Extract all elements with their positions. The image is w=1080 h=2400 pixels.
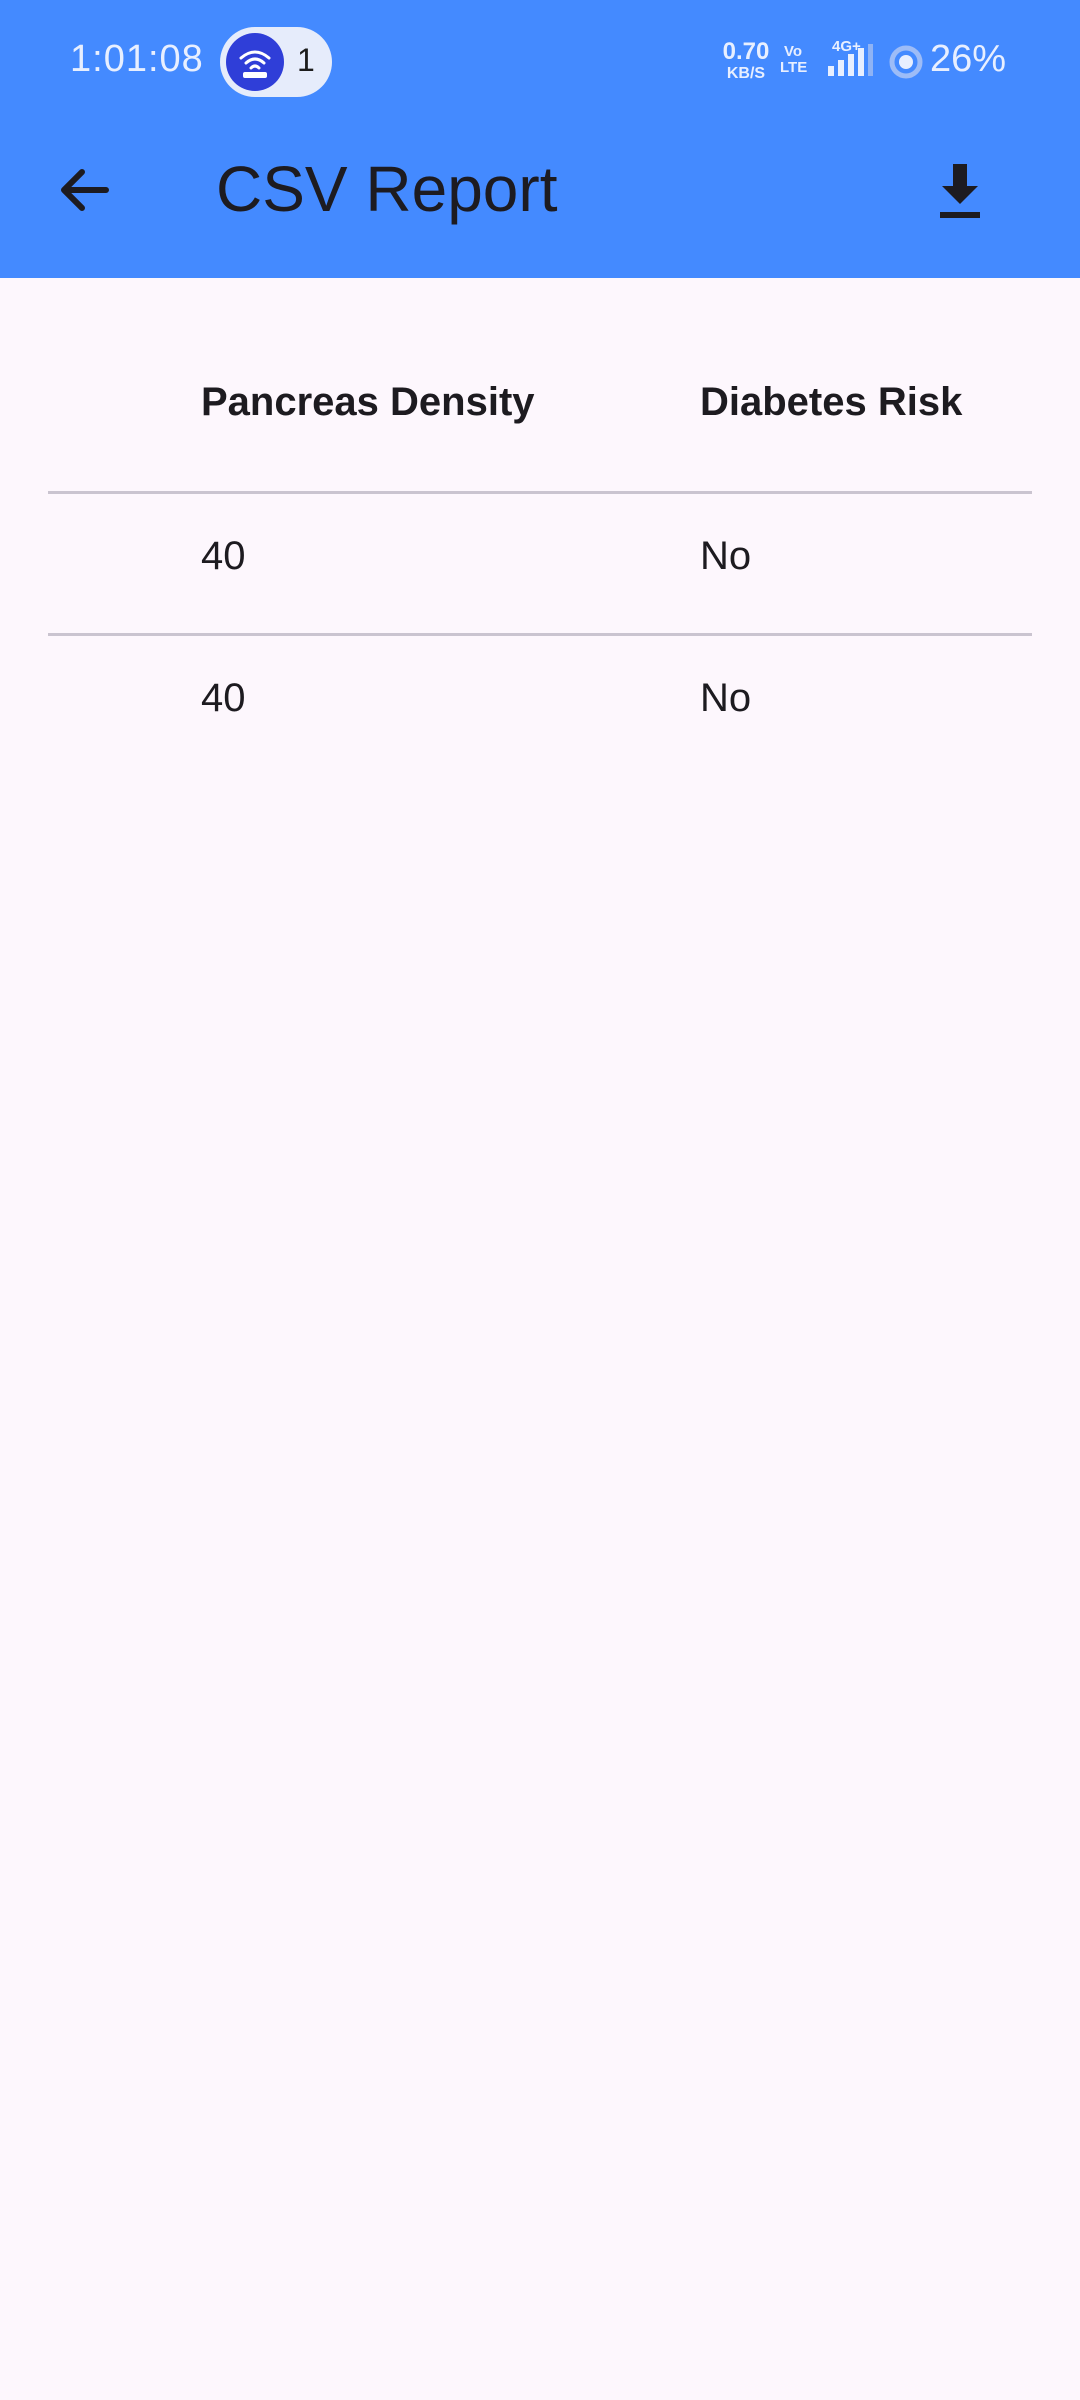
table-cell: No: [700, 534, 752, 578]
table-row: 40 No: [48, 636, 1032, 778]
download-button[interactable]: [920, 150, 1000, 230]
table-cell: 40: [201, 676, 246, 720]
download-icon: [940, 164, 980, 218]
column-header-pancreas-density[interactable]: Pancreas Density: [201, 380, 535, 425]
csv-table: Pancreas Density Diabetes Risk 40 No 40 …: [48, 340, 1032, 778]
network-speed-value: 0.70: [722, 38, 770, 65]
table-header-row: Pancreas Density Diabetes Risk: [48, 340, 1032, 494]
status-time: 1:01:08: [70, 38, 204, 80]
network-speed-unit: KB/S: [726, 65, 766, 82]
table-row: 40 No: [48, 494, 1032, 636]
network-type: 4G+: [832, 38, 861, 55]
signal-icon: 4G+: [826, 38, 876, 85]
column-header-diabetes-risk[interactable]: Diabetes Risk: [700, 380, 962, 425]
battery-percentage: 26%: [930, 38, 1007, 80]
hotspot-icon: [226, 33, 284, 91]
volte-indicator: Vo LTE: [780, 43, 808, 76]
app-bar: 1:01:08 1 0.70 KB/S Vo LTE 4G+ 26% CSV R…: [0, 0, 1080, 278]
table-cell: 40: [201, 534, 246, 578]
status-bar: 1:01:08 1 0.70 KB/S Vo LTE 4G+ 26%: [0, 0, 1080, 126]
hotspot-count: 1: [297, 42, 315, 78]
volte-top-label: Vo: [783, 43, 803, 60]
arrow-back-icon: [61, 169, 109, 211]
page-title: CSV Report: [216, 153, 558, 225]
table-cell: No: [700, 676, 752, 720]
back-button[interactable]: [44, 150, 124, 230]
volte-bottom-label: LTE: [780, 58, 808, 76]
hotspot-indicator[interactable]: 1: [220, 27, 332, 97]
battery-icon: [888, 44, 924, 85]
network-speed: 0.70 KB/S: [716, 40, 776, 82]
